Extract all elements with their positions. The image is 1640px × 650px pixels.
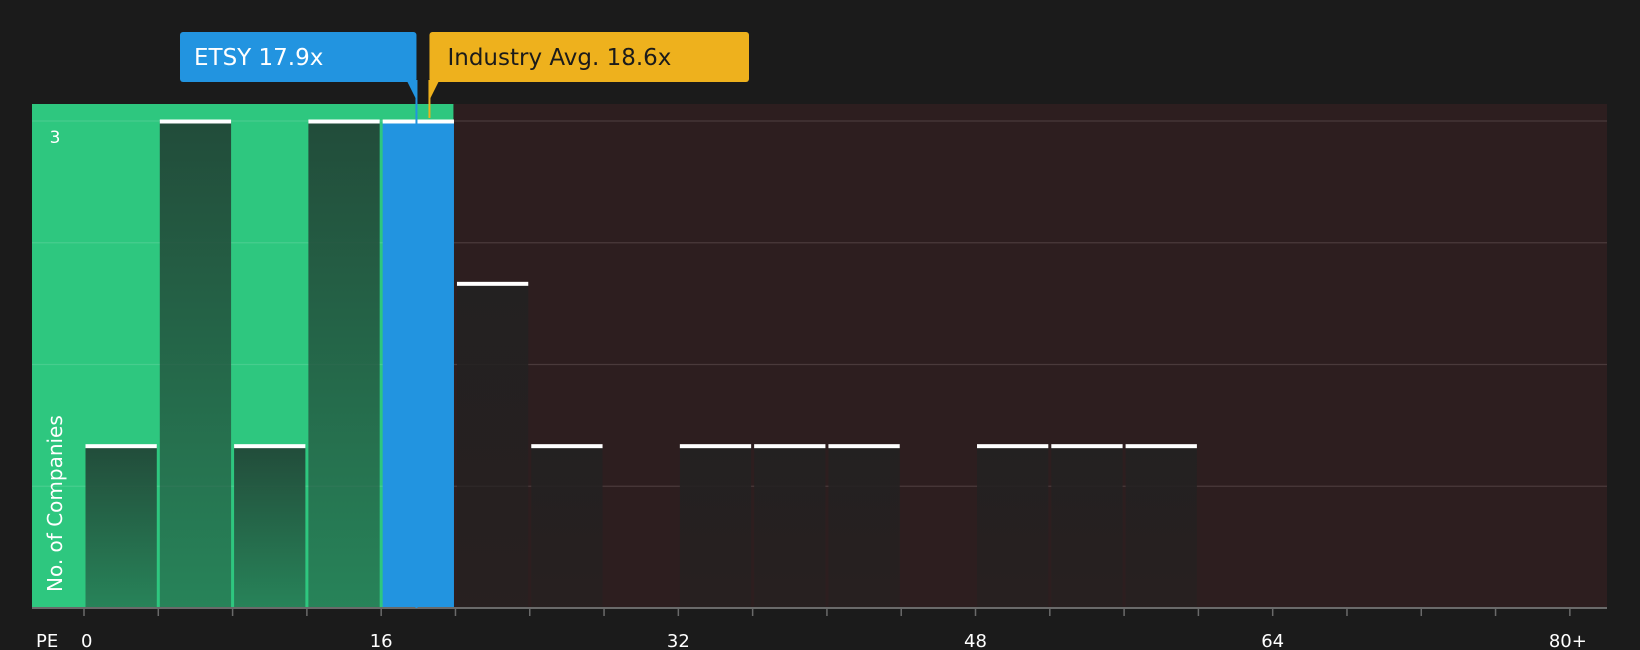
- bar-top-marker: [679, 444, 752, 449]
- pe-distribution-chart: 0 16 32 48 64 80+ ETSY 17.9x Industry Avg. 18.…: [32, 32, 1607, 650]
- bar-top-marker: [456, 281, 529, 286]
- histogram-bar: [1051, 445, 1123, 608]
- histogram-bar: [828, 445, 900, 608]
- y-axis-label: No. of Companies: [43, 415, 67, 592]
- x-tick-label: 32: [667, 631, 690, 650]
- industry-callout-pointer: [429, 80, 440, 100]
- bar-top-marker: [977, 444, 1049, 449]
- bar-top-marker: [1051, 444, 1123, 449]
- x-tick-label: 16: [370, 631, 393, 650]
- histogram-bar: [85, 445, 157, 608]
- bar-top-marker: [159, 119, 232, 124]
- histogram-bar: [159, 121, 232, 608]
- histogram-bar: [308, 121, 380, 608]
- x-tick-label: 64: [1261, 631, 1284, 650]
- x-axis: 0 16 32 48 64 80+: [32, 607, 1607, 650]
- histogram-bar: [531, 445, 603, 608]
- x-tick-label: 80+: [1549, 631, 1587, 650]
- company-label: ETSY 17.9x: [194, 45, 323, 71]
- y-tick-label: 3: [50, 128, 61, 148]
- bar-top-marker: [754, 444, 826, 449]
- x-tick-label: 48: [964, 631, 987, 650]
- histogram-bar: [679, 445, 752, 608]
- histogram-bar: [382, 121, 454, 608]
- bar-top-marker: [234, 444, 306, 449]
- histogram-bar: [1125, 445, 1197, 608]
- bar-top-marker: [531, 444, 603, 449]
- histogram-bar: [456, 283, 529, 608]
- x-axis-label: PE: [36, 631, 58, 650]
- industry-label: Industry Avg. 18.6x: [447, 45, 671, 71]
- bar-top-marker: [85, 444, 157, 449]
- histogram-bar: [754, 445, 826, 608]
- histogram-bar: [977, 445, 1049, 608]
- bar-top-marker: [382, 119, 454, 124]
- histogram-bar: [234, 445, 306, 608]
- x-tick-label: 0: [81, 631, 92, 650]
- company-callout-pointer: [406, 80, 417, 100]
- bar-top-marker: [828, 444, 900, 449]
- bar-top-marker: [308, 119, 380, 124]
- bar-top-marker: [1125, 444, 1197, 449]
